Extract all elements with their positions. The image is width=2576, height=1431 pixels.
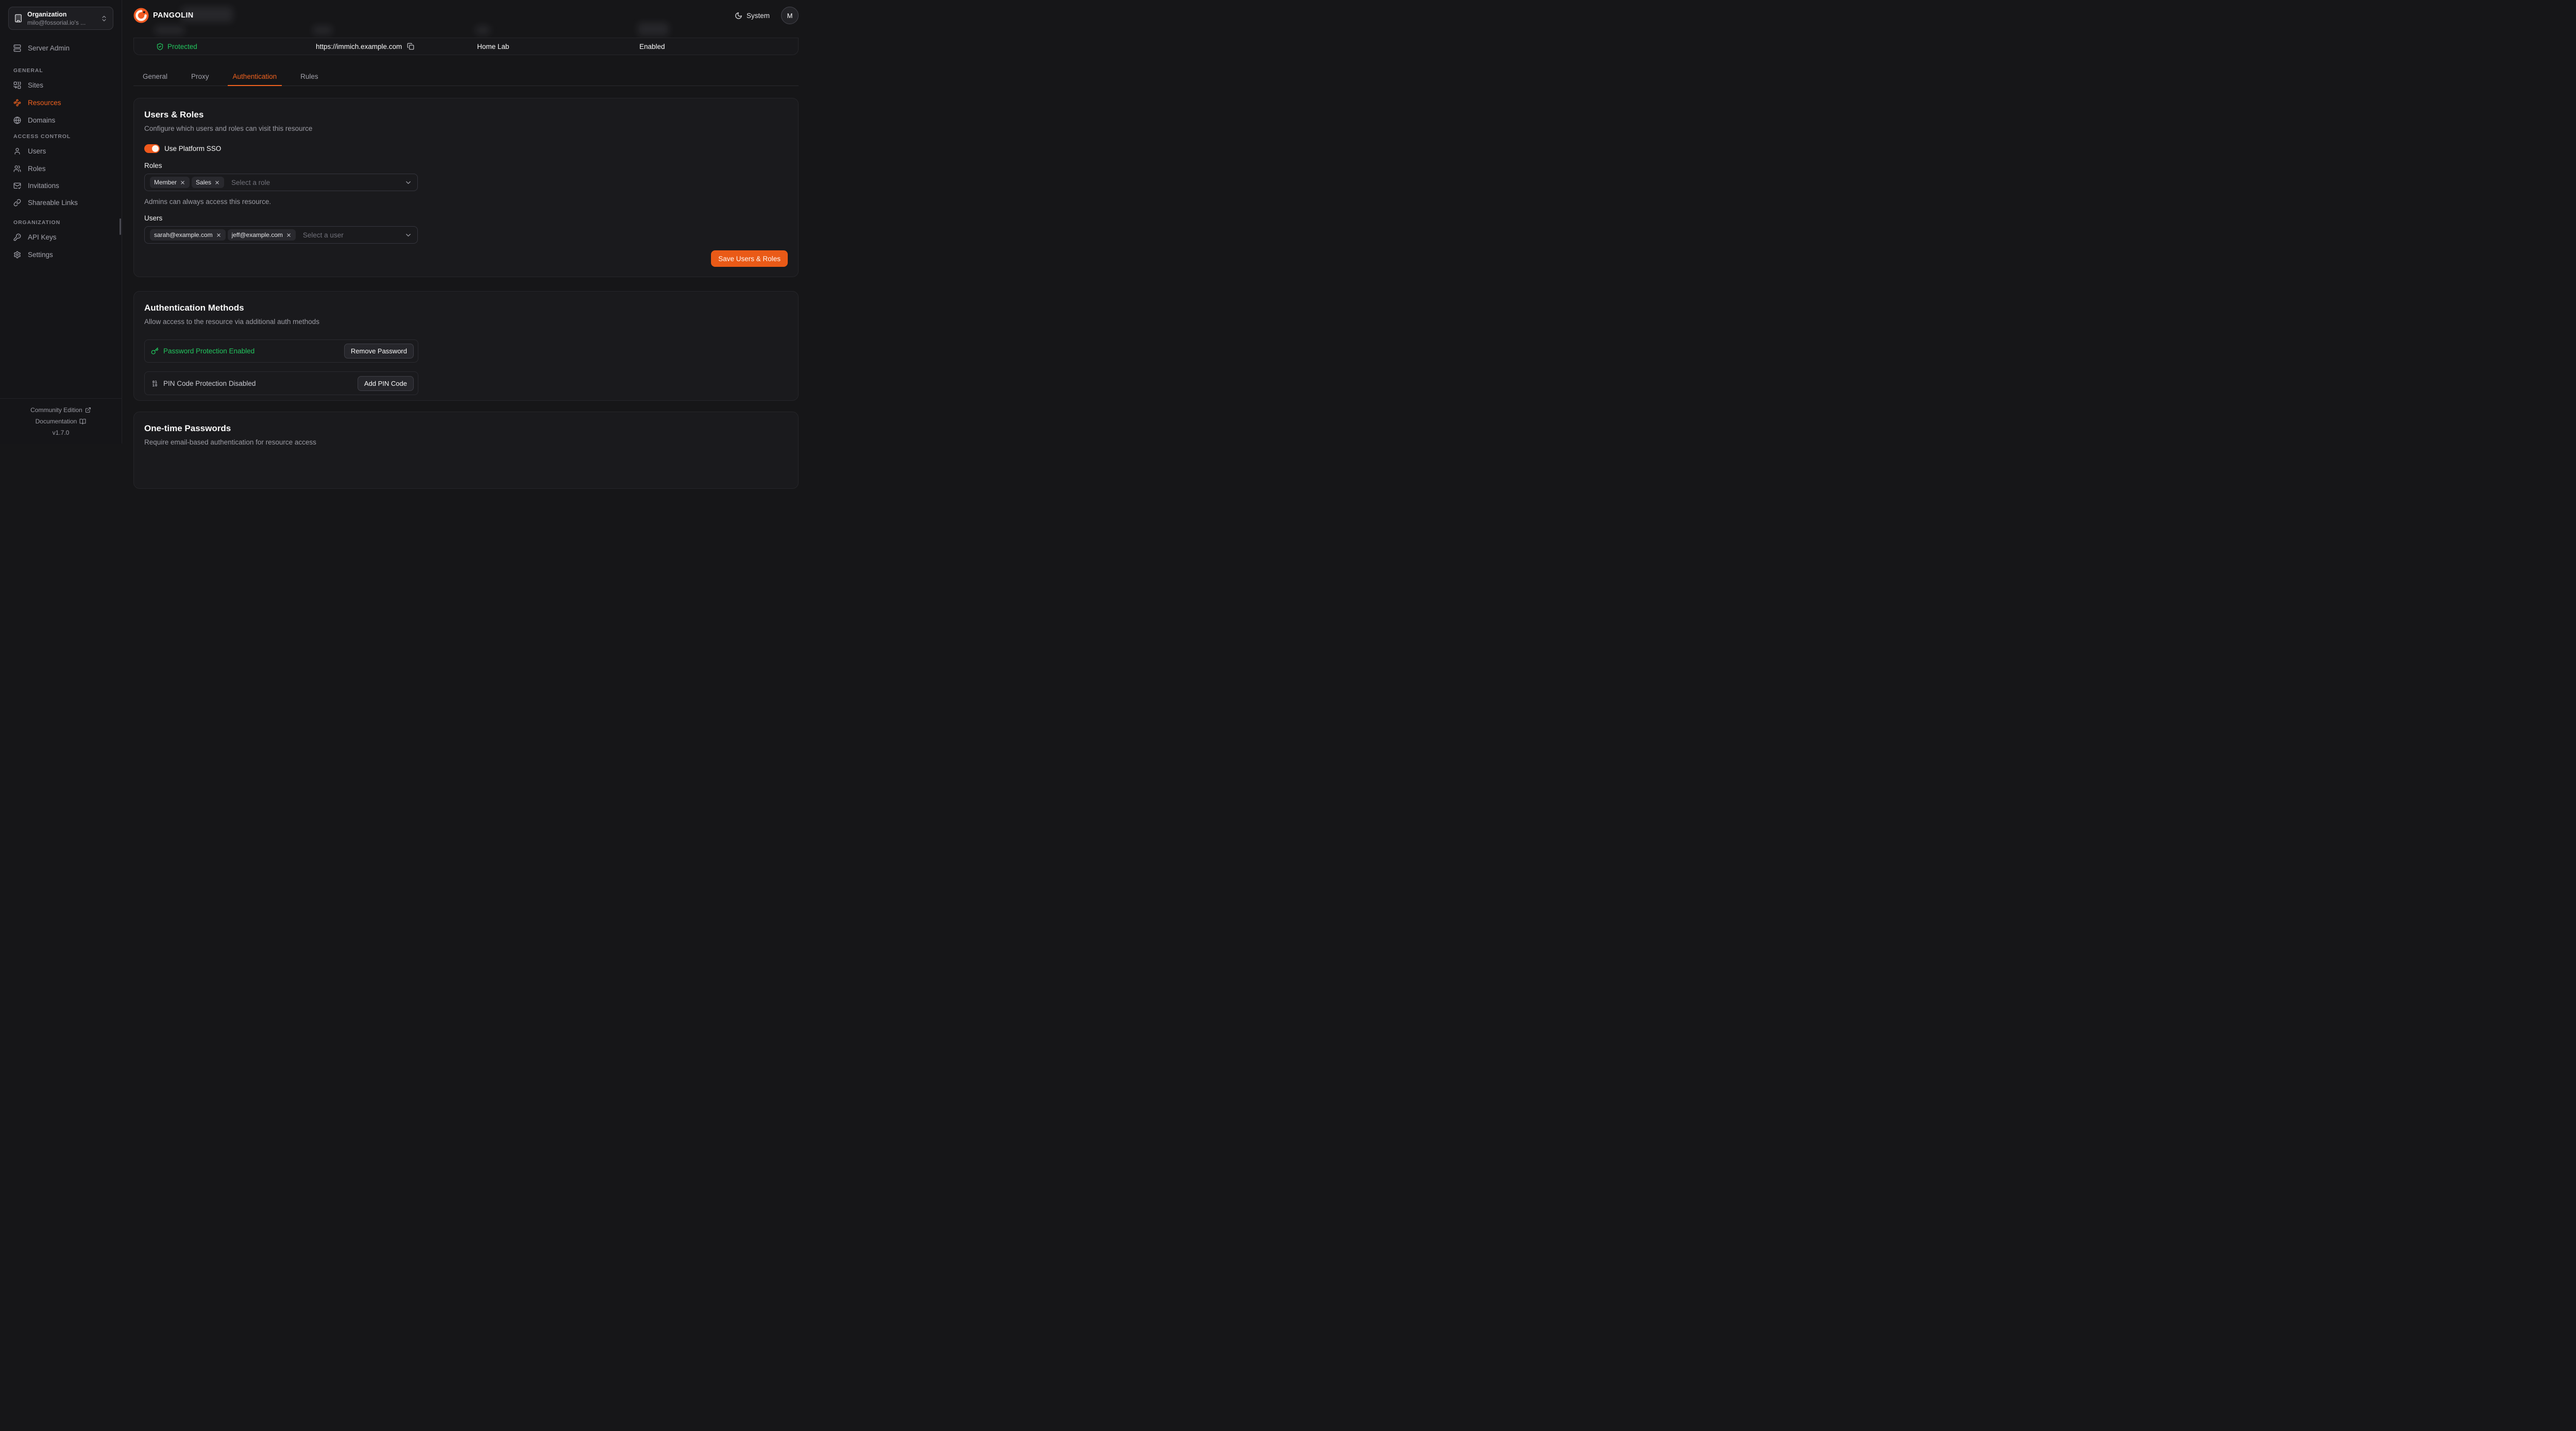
sidebar-item-invitations[interactable]: Invitations bbox=[8, 178, 114, 193]
card-title: Authentication Methods bbox=[144, 303, 788, 313]
tab-general[interactable]: General bbox=[138, 67, 173, 86]
sidebar-item-shareable-links[interactable]: Shareable Links bbox=[8, 195, 114, 210]
users-icon bbox=[13, 165, 21, 173]
user-chip: jeff@example.com bbox=[228, 229, 296, 241]
resource-url: https://immich.example.com bbox=[316, 40, 414, 53]
platform-sso-toggle[interactable] bbox=[144, 144, 160, 153]
password-status-text: Password Protection Enabled bbox=[163, 347, 255, 355]
roles-select[interactable]: Member Sales Select a role bbox=[144, 174, 418, 191]
org-value: milo@fossorial.io's ... bbox=[27, 19, 86, 26]
sidebar-section-organization: ORGANIZATION bbox=[13, 219, 60, 226]
sidebar-scrollbar[interactable] bbox=[120, 218, 121, 235]
binary-icon bbox=[151, 380, 159, 387]
gear-icon bbox=[13, 251, 21, 259]
link-icon bbox=[13, 199, 21, 207]
pin-protection-row: PIN Code Protection Disabled Add PIN Cod… bbox=[144, 371, 418, 395]
sidebar-item-resources[interactable]: Resources bbox=[8, 95, 114, 110]
user-icon bbox=[13, 147, 21, 155]
main-area: PANGOLIN System M Protected https://immi… bbox=[122, 0, 808, 444]
chevron-down-icon bbox=[404, 231, 412, 239]
user-chip: sarah@example.com bbox=[150, 229, 226, 241]
sidebar-item-settings[interactable]: Settings bbox=[8, 247, 114, 262]
card-subtitle: Allow access to the resource via additio… bbox=[144, 318, 788, 326]
sidebar-section-general: GENERAL bbox=[13, 67, 43, 74]
resource-tabs: General Proxy Authentication Rules bbox=[133, 67, 799, 86]
remove-chip-icon[interactable] bbox=[286, 232, 292, 238]
waypoints-icon bbox=[13, 99, 21, 107]
users-roles-card: Users & Roles Configure which users and … bbox=[133, 98, 799, 277]
remove-chip-icon[interactable] bbox=[214, 180, 220, 185]
combine-icon bbox=[13, 81, 21, 89]
key-icon bbox=[151, 347, 159, 355]
external-link-icon bbox=[85, 407, 91, 413]
sidebar-item-sites[interactable]: Sites bbox=[8, 77, 114, 93]
users-select[interactable]: sarah@example.com jeff@example.com Selec… bbox=[144, 226, 418, 244]
role-chip: Member bbox=[150, 177, 190, 188]
sidebar-item-domains[interactable]: Domains bbox=[8, 112, 114, 128]
building-icon bbox=[14, 14, 23, 23]
protected-badge: Protected bbox=[156, 40, 197, 53]
password-protection-row: Password Protection Enabled Remove Passw… bbox=[144, 339, 418, 363]
remove-chip-icon[interactable] bbox=[180, 180, 185, 185]
tab-proxy[interactable]: Proxy bbox=[186, 67, 214, 86]
roles-placeholder: Select a role bbox=[231, 179, 270, 186]
resource-info-bar: Protected https://immich.example.com Hom… bbox=[133, 38, 799, 55]
documentation-link[interactable]: Documentation bbox=[36, 418, 87, 425]
copy-icon[interactable] bbox=[407, 43, 414, 50]
brand-name: PANGOLIN bbox=[153, 11, 194, 20]
resource-enabled: Enabled bbox=[639, 40, 665, 53]
resource-site: Home Lab bbox=[477, 40, 509, 53]
shield-check-icon bbox=[156, 43, 164, 50]
chevrons-up-down-icon bbox=[100, 15, 108, 22]
mail-check-icon bbox=[13, 182, 21, 190]
users-placeholder: Select a user bbox=[303, 231, 344, 239]
remove-password-button[interactable]: Remove Password bbox=[344, 344, 414, 359]
card-subtitle: Require email-based authentication for r… bbox=[144, 438, 788, 446]
pin-status-text: PIN Code Protection Disabled bbox=[163, 380, 256, 387]
users-label: Users bbox=[144, 214, 788, 222]
top-header: PANGOLIN System M bbox=[122, 0, 808, 31]
sidebar: Organization milo@fossorial.io's ... Ser… bbox=[0, 0, 122, 444]
admins-note: Admins can always access this resource. bbox=[144, 198, 788, 206]
community-edition-link[interactable]: Community Edition bbox=[30, 406, 91, 414]
one-time-passwords-card: One-time Passwords Require email-based a… bbox=[133, 412, 799, 489]
remove-chip-icon[interactable] bbox=[216, 232, 222, 238]
brand: PANGOLIN bbox=[133, 7, 194, 24]
sidebar-item-server-admin[interactable]: Server Admin bbox=[8, 40, 114, 56]
card-title: Users & Roles bbox=[144, 110, 788, 120]
moon-icon bbox=[735, 12, 742, 20]
pangolin-logo-icon bbox=[133, 7, 149, 24]
tab-authentication[interactable]: Authentication bbox=[228, 67, 282, 86]
auth-methods-card: Authentication Methods Allow access to t… bbox=[133, 291, 799, 401]
sidebar-item-api-keys[interactable]: API Keys bbox=[8, 229, 114, 245]
book-open-icon bbox=[79, 418, 86, 425]
chevron-down-icon bbox=[404, 179, 412, 186]
save-users-roles-button[interactable]: Save Users & Roles bbox=[711, 250, 788, 267]
globe-icon bbox=[13, 116, 21, 124]
add-pin-code-button[interactable]: Add PIN Code bbox=[358, 376, 414, 391]
tab-rules[interactable]: Rules bbox=[295, 67, 324, 86]
sidebar-item-roles[interactable]: Roles bbox=[8, 161, 114, 176]
user-avatar[interactable]: M bbox=[781, 7, 799, 24]
org-label: Organization bbox=[27, 11, 66, 18]
sidebar-footer: Community Edition Documentation v1.7.0 bbox=[0, 398, 122, 444]
sidebar-section-access-control: ACCESS CONTROL bbox=[13, 133, 71, 140]
card-title: One-time Passwords bbox=[144, 423, 788, 434]
role-chip: Sales bbox=[192, 177, 224, 188]
card-subtitle: Configure which users and roles can visi… bbox=[144, 125, 788, 132]
roles-label: Roles bbox=[144, 162, 788, 169]
org-selector[interactable]: Organization milo@fossorial.io's ... bbox=[8, 7, 113, 30]
server-icon bbox=[13, 44, 21, 52]
sidebar-item-users[interactable]: Users bbox=[8, 143, 114, 159]
platform-sso-label: Use Platform SSO bbox=[164, 145, 221, 152]
key-round-icon bbox=[13, 233, 21, 241]
theme-toggle[interactable]: System bbox=[735, 12, 770, 20]
app-version: v1.7.0 bbox=[53, 429, 70, 436]
